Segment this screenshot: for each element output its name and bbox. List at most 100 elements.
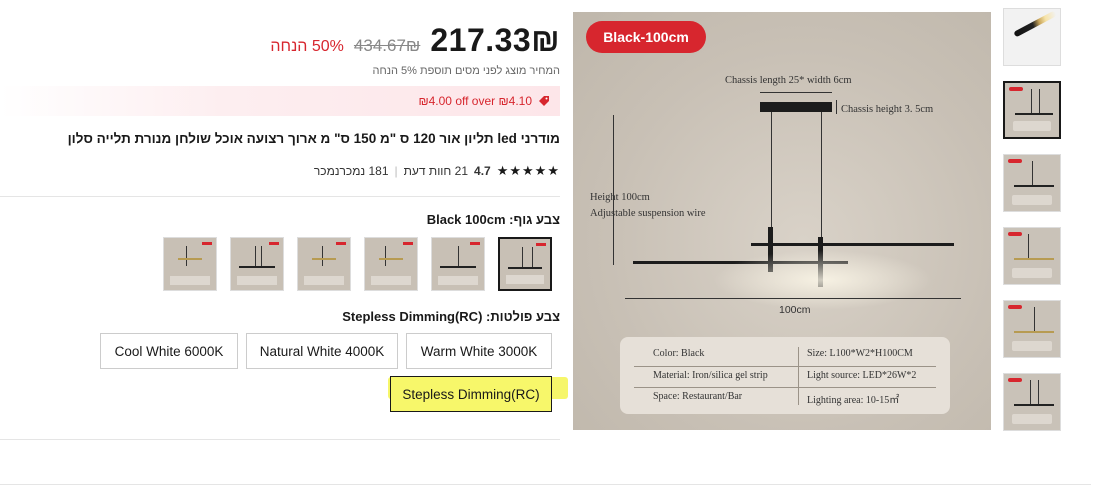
thumbnail-2[interactable] — [1003, 81, 1061, 139]
divider — [0, 439, 560, 440]
thumbnail-1[interactable] — [1003, 8, 1061, 66]
rating-row[interactable]: ★★★★★ 4.7 21 חוות דעת | 181 נמכרנמכר — [314, 163, 560, 179]
thumbnail-spec-box — [1013, 121, 1051, 131]
option-warm-white[interactable]: Warm White 3000K — [406, 333, 552, 369]
thumbnail-badge — [1008, 378, 1022, 382]
thumbnail-wire — [1039, 89, 1040, 113]
swatch-wire — [532, 247, 533, 267]
swatch-badge — [470, 242, 480, 245]
swatch-badge — [202, 242, 212, 245]
chassis-length-label: Chassis length 25* width 6cm — [725, 75, 852, 86]
swatch-badge — [536, 243, 546, 246]
option-natural-white[interactable]: Natural White 4000K — [246, 333, 398, 369]
reviews-count[interactable]: 21 חוות דעת — [404, 164, 468, 178]
thumbnail-spec-box — [1012, 195, 1052, 205]
swatch-bar — [239, 266, 275, 268]
thumbnail-5[interactable] — [1003, 300, 1061, 358]
swatch-gold — [178, 258, 202, 260]
suspension-label: Adjustable suspension wire — [590, 208, 706, 219]
light-color-label: צבע פולטות: Stepless Dimming(RC) — [342, 309, 560, 324]
spec-row: Space: Restaurant/Bar Lighting area: 10-… — [620, 388, 950, 407]
swatch-1[interactable] — [498, 237, 552, 291]
thumbnail-badge — [1008, 232, 1022, 236]
option-cool-white[interactable]: Cool White 6000K — [100, 333, 238, 369]
swatch-6[interactable] — [163, 237, 217, 291]
rating-value: 4.7 — [474, 164, 491, 178]
divider — [0, 196, 560, 197]
swatch-wire — [385, 246, 386, 266]
thumbnail-bar — [1015, 113, 1053, 115]
swatch-4[interactable] — [297, 237, 351, 291]
width-dimension-line — [625, 298, 961, 299]
swatch-badge — [336, 242, 346, 245]
thumbnail-spec-box — [1012, 341, 1052, 351]
thumbnail-wire — [1030, 380, 1031, 404]
thumbnail-bar — [1014, 404, 1054, 406]
separator: | — [394, 164, 398, 178]
swatch-3[interactable] — [364, 237, 418, 291]
thumbnail-wire — [1034, 307, 1035, 331]
spec-space: Space: Restaurant/Bar — [653, 391, 743, 402]
swatch-badge — [269, 242, 279, 245]
swatch-wire — [255, 246, 256, 266]
thumbnail-6[interactable] — [1003, 373, 1061, 431]
spec-size: Size: L100*W2*H100CM — [807, 348, 913, 359]
height-dimension-line — [613, 115, 614, 265]
swatch-gold — [312, 258, 336, 260]
thumbnail-wire — [1038, 380, 1039, 404]
lamp-bar-upper — [751, 243, 954, 246]
promo-banner[interactable]: ₪4.00 off over ₪4.10 — [0, 86, 560, 116]
variant-badge: Black-100cm — [586, 21, 706, 53]
swatch-wire — [322, 246, 323, 266]
thumbnail-3[interactable] — [1003, 154, 1061, 212]
chassis-height-label: Chassis height 3. 5cm — [841, 104, 934, 115]
suspension-wire — [821, 112, 822, 247]
swatch-wire — [186, 246, 187, 266]
swatch-spec-box — [506, 275, 544, 284]
swatch-bar — [508, 267, 542, 269]
swatch-spec-box — [304, 276, 344, 285]
swatch-5[interactable] — [230, 237, 284, 291]
spec-row: Color: Black Size: L100*W2*H100CM — [620, 345, 950, 364]
swatch-spec-box — [438, 276, 478, 285]
option-stepless-dimming[interactable]: Stepless Dimming(RC) — [390, 376, 552, 412]
thumbnail-badge — [1009, 87, 1023, 91]
body-color-label: צבע גוף: Black 100cm — [426, 212, 560, 227]
product-title: מודרני led תליון אור 120 ס "מ 150 ס" מ א… — [67, 131, 560, 146]
spec-material: Material: Iron/silica gel strip — [653, 370, 768, 381]
spec-table: Color: Black Size: L100*W2*H100CM Materi… — [620, 337, 950, 414]
thumbnail-wire — [1028, 234, 1029, 258]
thumbnail-spec-box — [1012, 268, 1052, 278]
height-label: Height 100cm — [590, 192, 650, 203]
spec-row: Material: Iron/silica gel strip Light so… — [620, 367, 950, 386]
swatch-wire — [522, 247, 523, 267]
swatch-2[interactable] — [431, 237, 485, 291]
tax-note: המחיר מוצג לפני מסים תוספת 5% הנחה — [372, 65, 560, 77]
swatch-spec-box — [371, 276, 411, 285]
main-product-image[interactable]: Black-100cm Chassis length 25* width 6cm… — [573, 12, 991, 430]
swatch-wire — [261, 246, 262, 266]
tag-icon — [539, 96, 549, 106]
lamp-canopy — [760, 102, 832, 112]
swatch-wire — [458, 246, 459, 266]
thumbnail-wire — [1032, 161, 1033, 185]
dimension-line — [836, 100, 837, 114]
discount-badge: 50% הנחה — [270, 38, 344, 55]
spec-color: Color: Black — [653, 348, 705, 359]
thumbnail-badge — [1008, 305, 1022, 309]
spec-lighting-area: Lighting area: 10-15㎡ — [807, 395, 900, 406]
price-row: 217.33₪ 434.67₪ 50% הנחה — [270, 22, 560, 59]
width-label: 100cm — [779, 304, 811, 316]
swatch-gold — [379, 258, 403, 260]
swatch-spec-box — [170, 276, 210, 285]
thumbnail-wire — [1031, 89, 1032, 113]
original-price: 434.67₪ — [353, 36, 421, 55]
dimension-line — [760, 92, 832, 93]
thumbnail-bar — [1014, 331, 1054, 333]
sold-count: 181 נמכרנמכר — [313, 164, 389, 178]
product-info: 217.33₪ 434.67₪ 50% הנחה המחיר מוצג לפני… — [0, 0, 568, 486]
thumbnail-spec-box — [1012, 414, 1052, 424]
body-color-swatches — [163, 237, 552, 291]
page-divider — [0, 484, 1091, 485]
thumbnail-4[interactable] — [1003, 227, 1061, 285]
